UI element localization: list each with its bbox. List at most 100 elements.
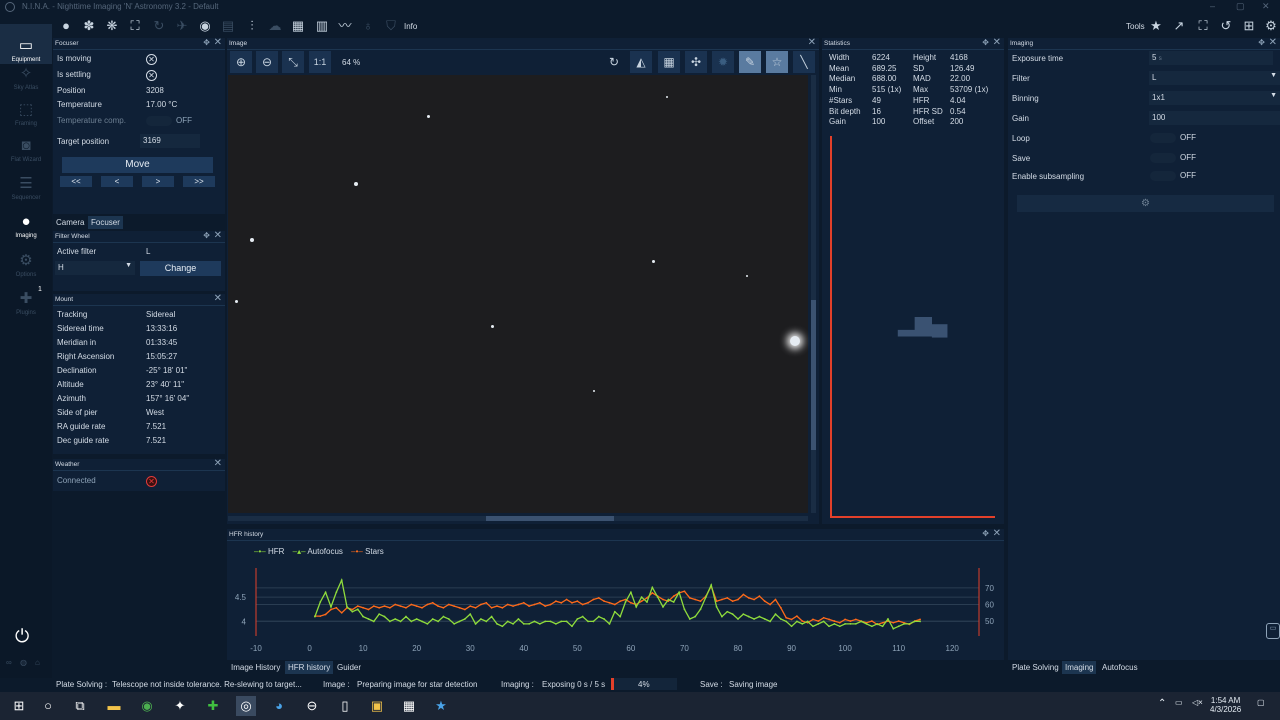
rotate-tool-icon[interactable]: ↗	[1170, 17, 1188, 35]
document-icon[interactable]: ▯	[335, 696, 355, 716]
horizontal-scrollbar[interactable]	[228, 516, 808, 521]
binning-select[interactable]: 1x1 ▼	[1149, 91, 1280, 105]
close-panel-icon[interactable]: ✕	[214, 293, 222, 304]
power-icon[interactable]: ⏻	[15, 626, 29, 647]
change-filter-button[interactable]: Change	[140, 261, 221, 276]
tab-guider[interactable]: Guider	[334, 661, 364, 674]
move-button[interactable]: Move	[62, 157, 213, 173]
scrollbar-thumb[interactable]	[486, 516, 614, 521]
side-panel-icon[interactable]: ▭	[1266, 623, 1280, 639]
sidebar-item-framing[interactable]: ⬚ Framing	[0, 100, 52, 140]
tab-imaging[interactable]: Imaging	[1062, 661, 1097, 674]
pin-icon[interactable]: ✥	[982, 38, 989, 47]
star-app-icon[interactable]: ★	[431, 696, 451, 716]
save-toggle[interactable]: OFF	[1150, 153, 1196, 163]
rotate-icon[interactable]: ↻	[603, 51, 625, 73]
star-detection-icon[interactable]: ✣	[685, 51, 707, 73]
tab-focuser[interactable]: Focuser	[88, 216, 123, 229]
close-window-icon[interactable]: ✕	[1262, 1, 1270, 12]
temp-comp-toggle[interactable]	[146, 116, 172, 126]
step-fast-right-button[interactable]: >>	[183, 176, 215, 187]
chrome-icon[interactable]: ◉	[137, 696, 157, 716]
settings-tool-icon[interactable]: ⚙	[1262, 17, 1280, 35]
tab-autofocus[interactable]: Autofocus	[1099, 661, 1141, 674]
sidebar-item-equipment[interactable]: ▭ Equipment	[0, 24, 52, 64]
filter-wheel-icon[interactable]: ✽	[80, 17, 98, 35]
loop-toggle[interactable]: OFF	[1150, 133, 1196, 143]
tab-camera[interactable]: Camera	[53, 216, 87, 229]
minimize-icon[interactable]: –	[1210, 1, 1215, 11]
close-panel-icon[interactable]: ✕	[214, 37, 222, 48]
windows-start-icon[interactable]: ⊞	[9, 696, 29, 716]
wave-icon[interactable]: 〰	[336, 17, 354, 35]
zoom-in-icon[interactable]: ⊕	[230, 51, 252, 73]
app-icon[interactable]: ✦	[170, 696, 190, 716]
focuser-icon[interactable]: ❋	[103, 17, 121, 35]
notes-icon[interactable]: ▣	[367, 696, 387, 716]
switch-icon[interactable]: ⫶	[243, 17, 261, 35]
sidebar-item-plugins[interactable]: ✚ Plugins 1	[0, 286, 52, 329]
tools-label[interactable]: Tools	[1126, 22, 1145, 31]
link-icon[interactable]: ∞	[6, 658, 12, 667]
flip-icon[interactable]: ◭	[630, 51, 652, 73]
rotator-icon[interactable]: ⛶	[126, 17, 144, 35]
close-panel-icon[interactable]: ✕	[993, 37, 1001, 48]
calculator-icon[interactable]: ▦	[399, 696, 419, 716]
imaging-filter-select[interactable]: L ▼	[1149, 71, 1280, 85]
star-tool-icon[interactable]: ★	[1147, 17, 1165, 35]
vertical-scrollbar[interactable]	[811, 75, 816, 513]
crosshair-grid-icon[interactable]: ▦	[658, 51, 680, 73]
web-icon[interactable]: ⌂	[35, 658, 40, 667]
target-position-input[interactable]: 3169	[140, 134, 200, 148]
nina-taskbar-icon[interactable]: ◎	[236, 696, 256, 716]
globe-icon[interactable]: ◍	[20, 658, 27, 667]
close-panel-icon[interactable]: ✕	[214, 230, 222, 241]
browser-icon[interactable]: ◕	[269, 696, 289, 716]
file-explorer-icon[interactable]: ▬	[104, 696, 124, 716]
notifications-icon[interactable]: ▢	[1257, 698, 1265, 707]
safety-monitor-icon[interactable]: ▦	[289, 17, 307, 35]
grid-tool-icon[interactable]: ⊞	[1240, 17, 1258, 35]
network-icon[interactable]: ▭	[1175, 698, 1183, 707]
camera-connect-icon[interactable]: ●	[57, 17, 75, 35]
close-panel-icon[interactable]: ✕	[1269, 37, 1277, 48]
guider-icon[interactable]: ✈	[173, 17, 191, 35]
close-panel-icon[interactable]: ✕	[993, 528, 1001, 539]
gain-input[interactable]: 100	[1149, 111, 1280, 125]
auto-stretch-icon[interactable]: ✎	[739, 51, 761, 73]
fit-to-screen-icon[interactable]: ⤡	[282, 51, 304, 73]
capture-settings-button[interactable]: ⚙	[1017, 195, 1274, 212]
step-right-button[interactable]: >	[142, 176, 174, 187]
plate-solve-icon[interactable]: ✹	[712, 51, 734, 73]
close-panel-icon[interactable]: ✕	[214, 458, 222, 469]
sidebar-item-flat-wizard[interactable]: ◙ Flat Wizard	[0, 136, 52, 176]
tab-plate-solving[interactable]: Plate Solving	[1009, 661, 1062, 674]
info-label[interactable]: Info	[404, 22, 417, 31]
tab-image-history[interactable]: Image History	[228, 661, 283, 674]
search-icon[interactable]: ○	[38, 696, 58, 716]
framing-tool-icon[interactable]: ⛶	[1194, 17, 1212, 35]
pin-icon[interactable]: ✥	[203, 231, 210, 240]
shield-icon[interactable]: ⛉	[382, 17, 400, 35]
pin-icon[interactable]: ✥	[203, 38, 210, 47]
history-tool-icon[interactable]: ↺	[1217, 17, 1235, 35]
maximize-icon[interactable]: ▢	[1236, 1, 1245, 12]
one-to-one-button[interactable]: 1:1	[309, 51, 331, 73]
telescope-icon[interactable]: ↻	[150, 17, 168, 35]
chart-icon[interactable]: ▥	[313, 17, 331, 35]
green-app-icon[interactable]: ✚	[203, 696, 223, 716]
tab-hfr-history[interactable]: HFR history	[285, 661, 334, 674]
close-panel-icon[interactable]: ✕	[808, 37, 816, 48]
weather-icon[interactable]: ☁	[266, 17, 284, 35]
scrollbar-thumb[interactable]	[811, 300, 816, 450]
flat-device-icon[interactable]: ◉	[196, 17, 214, 35]
step-left-button[interactable]: <	[101, 176, 133, 187]
pin-icon[interactable]: ✥	[982, 529, 989, 538]
sidebar-item-options[interactable]: ⚙ Options	[0, 251, 52, 291]
remote-icon[interactable]: ⊖	[302, 696, 322, 716]
exposure-time-input[interactable]: 5 s	[1149, 51, 1273, 65]
step-fast-left-button[interactable]: <<	[60, 176, 92, 187]
subsampling-toggle[interactable]: OFF	[1150, 171, 1196, 181]
image-canvas[interactable]	[228, 75, 808, 513]
zoom-out-icon[interactable]: ⊖	[256, 51, 278, 73]
